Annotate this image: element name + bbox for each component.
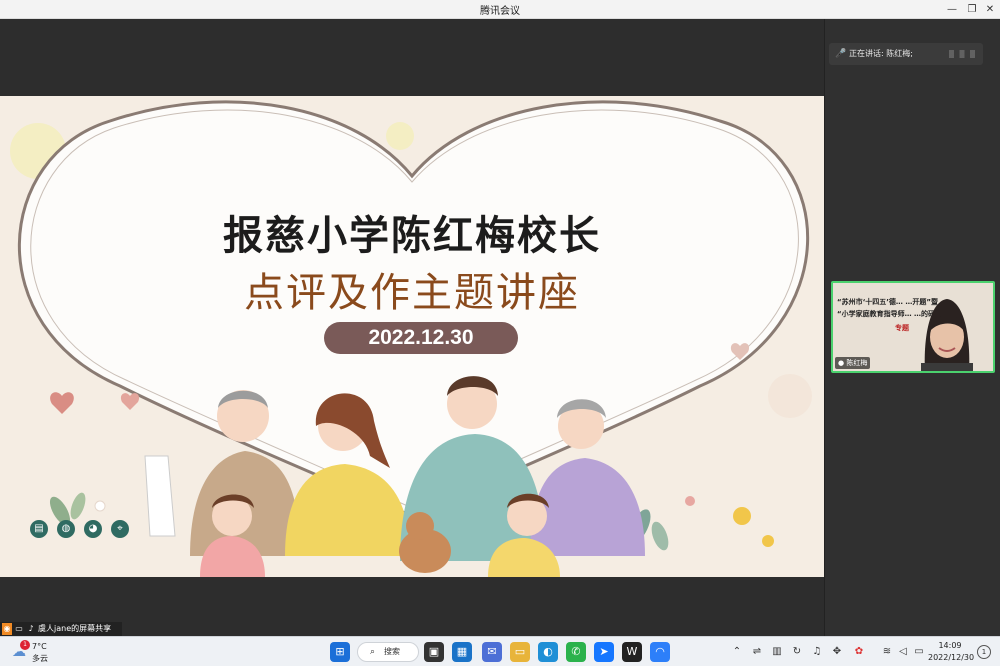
notes-icon[interactable]: ▤ — [30, 520, 48, 538]
volume-icon[interactable]: ◁ — [896, 644, 910, 660]
weather-badge: 1 — [20, 640, 30, 650]
participant-name-tag: ● 陈红梅 — [835, 357, 871, 369]
user-icon: ◉ — [2, 623, 12, 635]
slide-subtitle: 点评及作主题讲座 — [244, 270, 580, 316]
file-explorer-icon[interactable]: ▭ — [510, 642, 530, 662]
active-speaker-indicator: 🎤 正在讲话: 陈红梅; — [829, 43, 983, 65]
presentation-slide: 报慈小学陈红梅校长 点评及作主题讲座 2022.12.30 ▤ ◍ ◕ ⌖ — [0, 96, 824, 577]
edge-icon[interactable]: ◐ — [538, 642, 558, 662]
store-icon[interactable]: ▦ — [452, 642, 472, 662]
tray-settings-icon[interactable]: ⇌ — [750, 644, 764, 660]
clock-date: 2022/12/30 — [928, 653, 975, 662]
screen-icon: ▭ — [15, 624, 23, 633]
wifi-icon[interactable]: ≋ — [880, 644, 894, 660]
taskbar: ☁ 1 7°C 多云 ⊞ ⌕ 搜索 ▣ ▦ ✉ ▭ ◐ ✆ ➤ W ◠ ⌃ ⇌ … — [0, 636, 1000, 666]
dingtalk-icon[interactable]: ➤ — [594, 642, 614, 662]
speaker-video-tile[interactable]: “苏州市‘十四五’德… …开题”暨 “小学家庭教育指导师… …的研究” 专题 ●… — [831, 281, 995, 373]
participants-panel: 🎤 正在讲话: 陈红梅; “苏州市‘十四五’德… …开题”暨 “小学家庭教育指导… — [824, 19, 1000, 636]
globe-icon[interactable]: ◍ — [57, 520, 75, 538]
tray-antivirus-icon[interactable]: ✿ — [852, 644, 866, 660]
wechat-icon[interactable]: ✆ — [566, 642, 586, 662]
clock-time: 14:09 — [938, 641, 962, 650]
tray-app-icon[interactable]: ▥ — [770, 644, 784, 660]
participant-video — [921, 299, 973, 371]
tray-input-icon[interactable]: ✥ — [830, 644, 844, 660]
screen-share-label: 虞人jane的屏幕共享 — [38, 624, 112, 633]
shared-screen-area: 报慈小学陈红梅校长 点评及作主题讲座 2022.12.30 ▤ ◍ ◕ ⌖ — [0, 19, 824, 636]
notification-icon[interactable]: 1 — [977, 645, 991, 659]
people-icon[interactable]: ◕ — [84, 520, 102, 538]
tray-sync-icon[interactable]: ↻ — [790, 644, 804, 660]
close-button[interactable]: ✕ — [978, 0, 1000, 19]
mic-icon: ♪ — [28, 624, 34, 633]
audio-wave-icon — [949, 50, 975, 58]
participant-mic-icon: ● — [838, 359, 845, 367]
title-bar: 腾讯会议 — ❐ ✕ — [0, 0, 1000, 19]
participant-name: 陈红梅 — [846, 359, 868, 367]
battery-icon[interactable]: ▭ — [912, 644, 926, 660]
slide-title: 报慈小学陈红梅校长 — [223, 213, 601, 259]
mail-icon[interactable]: ✉ — [482, 642, 502, 662]
tray-expand-icon[interactable]: ⌃ — [730, 644, 744, 660]
meeting-window: 腾讯会议 — ❐ ✕ 报慈小学陈红梅校长 点评及作主题讲座 2022.12.30… — [0, 0, 1000, 636]
tencent-meeting-icon[interactable]: ◠ — [650, 642, 670, 662]
location-icon[interactable]: ⌖ — [111, 520, 129, 538]
task-view-icon[interactable]: ▣ — [424, 642, 444, 662]
wps-icon[interactable]: W — [622, 642, 642, 662]
window-title: 腾讯会议 — [480, 6, 520, 17]
search-icon: ⌕ — [370, 647, 376, 657]
weather-condition: 多云 — [32, 654, 48, 663]
tray-mic-icon[interactable]: ♫ — [810, 644, 824, 660]
active-speaker-label: 正在讲话: 陈红梅; — [849, 49, 913, 58]
search-label: 搜索 — [384, 647, 400, 656]
microphone-icon: 🎤 — [835, 49, 847, 59]
video-banner-line-3: 专题 — [895, 324, 909, 332]
weather-widget[interactable]: ☁ 1 7°C 多云 — [12, 640, 72, 664]
taskbar-clock[interactable]: 14:09 2022/12/30 — [928, 640, 975, 664]
start-icon[interactable]: ⊞ — [330, 642, 350, 662]
weather-temperature: 7°C — [32, 642, 47, 651]
taskbar-search[interactable]: ⌕ 搜索 — [357, 642, 419, 662]
slide-date-badge: 2022.12.30 — [324, 322, 518, 354]
screen-share-status[interactable]: ◉ ▭ ♪ 虞人jane的屏幕共享 — [0, 622, 122, 636]
